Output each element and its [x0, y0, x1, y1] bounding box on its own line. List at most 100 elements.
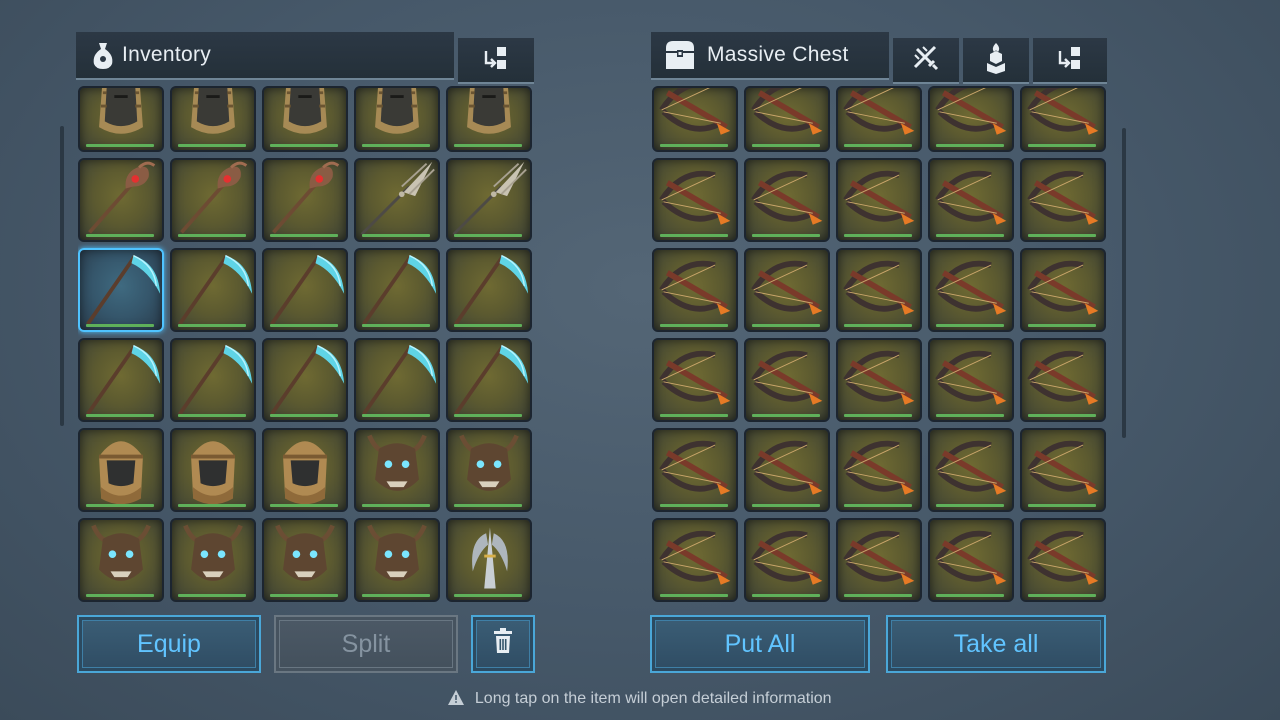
mummy-helmet-icon: [448, 88, 530, 150]
no-sword-button[interactable]: [893, 38, 959, 84]
chest-slot[interactable]: [652, 518, 738, 602]
chest-slot[interactable]: [928, 428, 1014, 512]
inventory-slot[interactable]: [354, 518, 440, 602]
inventory-transfer-button[interactable]: [458, 38, 534, 84]
chest-slot[interactable]: [1020, 158, 1106, 242]
durability-bar: [936, 504, 1004, 507]
equip-button[interactable]: Equip: [77, 615, 261, 673]
inventory-slot[interactable]: [78, 86, 164, 152]
crossbow-icon: [930, 88, 1012, 150]
chest-slot[interactable]: [1020, 248, 1106, 332]
inventory-slot[interactable]: [170, 338, 256, 422]
durability-bar: [1028, 234, 1096, 237]
inventory-slot[interactable]: [446, 428, 532, 512]
footer-hint: Long tap on the item will open detailed …: [0, 690, 1280, 710]
inventory-slot[interactable]: [446, 518, 532, 602]
crossbow-icon: [746, 160, 828, 240]
durability-bar: [454, 234, 522, 237]
scythe-icon: [80, 250, 162, 330]
scythe-icon: [264, 250, 346, 330]
split-button[interactable]: Split: [274, 615, 458, 673]
chest-slot[interactable]: [928, 158, 1014, 242]
inventory-slot[interactable]: [354, 428, 440, 512]
durability-bar: [270, 594, 338, 597]
chest-slot[interactable]: [652, 428, 738, 512]
inventory-slot[interactable]: [170, 518, 256, 602]
inventory-slot[interactable]: [354, 338, 440, 422]
crossbow-icon: [1022, 88, 1104, 150]
durability-bar: [844, 144, 912, 147]
chest-slot[interactable]: [1020, 518, 1106, 602]
chest-slot[interactable]: [652, 248, 738, 332]
trash-icon: [492, 627, 514, 661]
inventory-slot[interactable]: [78, 338, 164, 422]
chest-slot[interactable]: [1020, 86, 1106, 152]
inventory-slot[interactable]: [262, 86, 348, 152]
inventory-slot[interactable]: [354, 158, 440, 242]
inventory-slot[interactable]: [262, 518, 348, 602]
durability-bar: [752, 594, 820, 597]
chest-slot[interactable]: [744, 518, 830, 602]
chest-slot[interactable]: [928, 338, 1014, 422]
inventory-slot[interactable]: [354, 248, 440, 332]
crossbow-icon: [930, 340, 1012, 420]
durability-bar: [86, 504, 154, 507]
crossbow-icon: [930, 430, 1012, 510]
inventory-slot[interactable]: [170, 86, 256, 152]
inventory-slot[interactable]: [262, 248, 348, 332]
inventory-slot[interactable]: [78, 248, 164, 332]
chest-slot[interactable]: [652, 86, 738, 152]
durability-bar: [178, 234, 246, 237]
inventory-slot[interactable]: [170, 158, 256, 242]
warning-icon: [448, 690, 465, 710]
inventory-slot[interactable]: [262, 158, 348, 242]
chest-slot[interactable]: [836, 158, 922, 242]
crossbow-icon: [930, 520, 1012, 600]
chest-slot[interactable]: [836, 518, 922, 602]
chest-transfer-button[interactable]: [1033, 38, 1107, 84]
durability-bar: [844, 234, 912, 237]
chest-slot[interactable]: [928, 86, 1014, 152]
chest-slot[interactable]: [744, 428, 830, 512]
chest-slot[interactable]: [1020, 338, 1106, 422]
inventory-slot[interactable]: [262, 338, 348, 422]
chest-slot[interactable]: [744, 248, 830, 332]
put-all-button[interactable]: Put All: [650, 615, 870, 673]
inventory-slot[interactable]: [354, 86, 440, 152]
chest-slot[interactable]: [836, 338, 922, 422]
inventory-slot[interactable]: [78, 518, 164, 602]
inventory-slot[interactable]: [446, 158, 532, 242]
chest-slot[interactable]: [744, 86, 830, 152]
inventory-slot[interactable]: [446, 86, 532, 152]
chest-slot[interactable]: [836, 86, 922, 152]
chest-slot[interactable]: [836, 428, 922, 512]
chest-slot[interactable]: [928, 248, 1014, 332]
chest-title: Massive Chest: [707, 43, 849, 66]
chest-slot[interactable]: [652, 158, 738, 242]
take-all-button[interactable]: Take all: [886, 615, 1106, 673]
chest-slot[interactable]: [652, 338, 738, 422]
trash-button[interactable]: [471, 615, 535, 673]
chest-scrollbar[interactable]: [1122, 128, 1126, 438]
inventory-slot[interactable]: [446, 338, 532, 422]
fire-tower-button[interactable]: [963, 38, 1029, 84]
chest-slot[interactable]: [744, 338, 830, 422]
durability-bar: [454, 324, 522, 327]
chest-slot[interactable]: [928, 518, 1014, 602]
inventory-slot[interactable]: [78, 428, 164, 512]
inventory-slot[interactable]: [170, 428, 256, 512]
inventory-slot[interactable]: [78, 158, 164, 242]
chest-slot[interactable]: [836, 248, 922, 332]
inventory-slot[interactable]: [170, 248, 256, 332]
durability-bar: [1028, 144, 1096, 147]
inventory-scrollbar[interactable]: [60, 126, 64, 426]
scythe-icon: [448, 340, 530, 420]
durability-bar: [844, 324, 912, 327]
inventory-slot[interactable]: [262, 428, 348, 512]
fire-tower-icon: [983, 41, 1009, 80]
chest-slot[interactable]: [1020, 428, 1106, 512]
inventory-slot[interactable]: [446, 248, 532, 332]
chest-slot[interactable]: [744, 158, 830, 242]
durability-bar: [454, 594, 522, 597]
crossbow-icon: [654, 88, 736, 150]
